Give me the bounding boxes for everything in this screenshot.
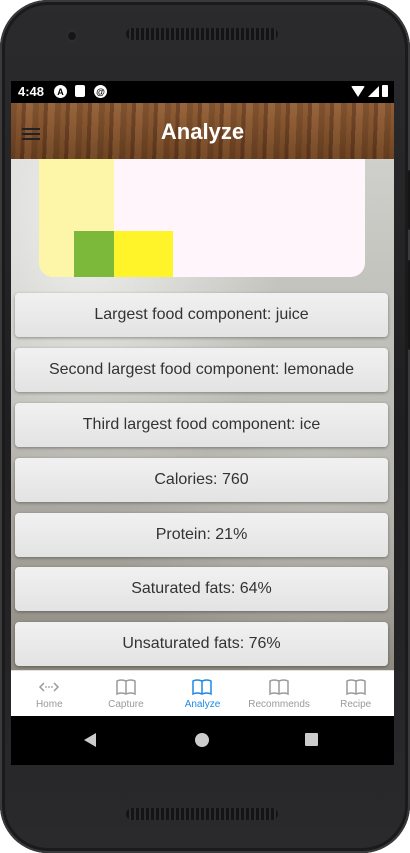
app-bar: Analyze [11,103,394,159]
page-title: Analyze [160,119,245,144]
battery-icon [382,85,388,97]
back-icon[interactable] [84,733,96,747]
front-camera [66,30,78,42]
screen: 4:48 A @ Analyze Largest food component:… [11,81,394,765]
sd-card-icon [75,85,85,97]
book-icon [192,679,213,696]
status-bar: 4:48 A @ [11,81,394,103]
nav-recommends[interactable]: Recommends [241,671,318,717]
nav-analyze-label: Analyze [184,699,221,710]
nav-capture-label: Capture [108,699,144,710]
nav-recipe[interactable]: Recipe [317,671,394,717]
signal-icon [368,85,379,97]
nav-capture[interactable]: Capture [88,671,165,717]
nav-recipe-label: Recipe [340,699,372,710]
third-component-button[interactable]: Third largest food component: ice [15,403,388,447]
top-speaker [126,28,278,40]
nav-recommends-label: Recommends [248,699,310,710]
status-time: 4:48 [18,84,45,99]
code-icon [39,682,60,692]
calories-button[interactable]: Calories: 760 [15,458,388,502]
largest-component-button[interactable]: Largest food component: juice [15,293,388,337]
book-icon [116,679,136,696]
chart-block-green [74,231,114,277]
bottom-speaker [126,808,278,820]
nav-home-label: Home [35,699,63,710]
saturated-fats-button[interactable]: Saturated fats: 64% [15,567,388,611]
unsaturated-fats-button[interactable]: Unsaturated fats: 76% [15,622,388,666]
recent-apps-icon[interactable] [305,733,318,746]
system-navigation-bar [11,716,394,765]
nav-home[interactable]: Home [11,671,88,717]
food-chart [39,159,173,277]
food-chart-card [39,159,365,277]
main-content[interactable]: Largest food component: juice Second lar… [11,159,394,670]
wifi-icon [351,85,365,97]
second-component-button[interactable]: Second largest food component: lemonade [15,348,388,392]
app-notification-icon: A [54,85,67,98]
book-icon [269,679,289,696]
book-icon [345,679,366,696]
bottom-navigation: Home Capture Analyze Recommends Recipe [11,670,394,717]
home-circle-icon[interactable] [195,733,209,747]
chart-block-yellow [114,231,173,277]
nav-analyze[interactable]: Analyze [164,671,241,717]
phone-frame: 4:48 A @ Analyze Largest food component:… [0,0,410,853]
protein-button[interactable]: Protein: 21% [15,513,388,557]
sync-icon: @ [94,85,107,98]
